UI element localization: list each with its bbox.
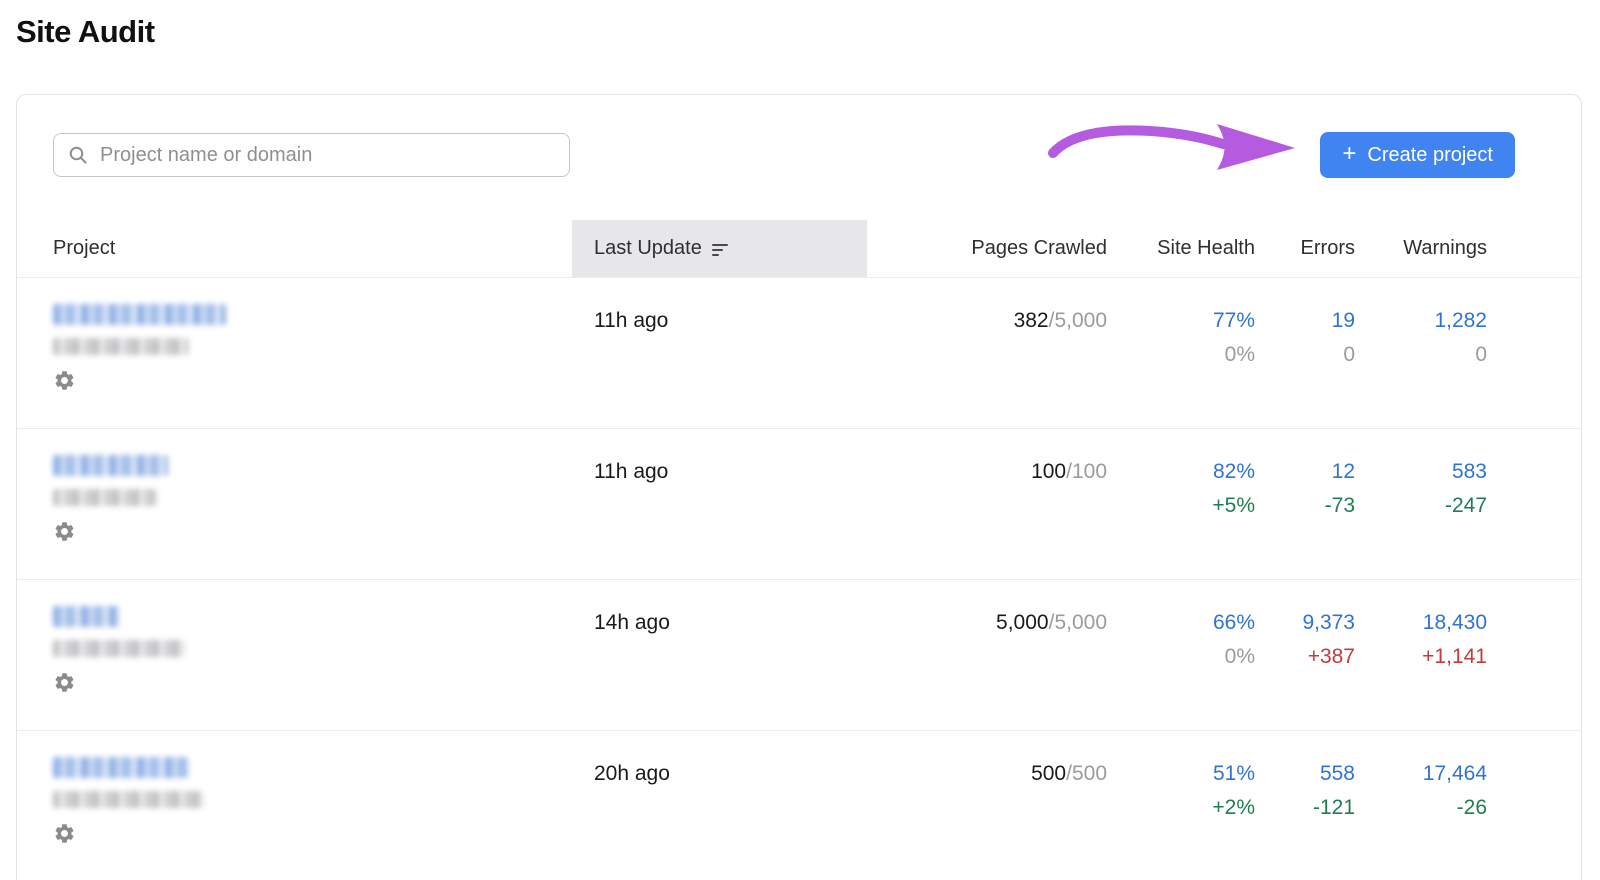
last-update-cell: 20h ago bbox=[594, 762, 670, 785]
pages-crawled-cell: 500/500 bbox=[867, 731, 1107, 880]
project-domain-redacted bbox=[53, 791, 204, 808]
create-project-label: Create project bbox=[1367, 143, 1493, 166]
last-update-cell: 11h ago bbox=[594, 460, 669, 483]
pages-crawled-value: 500 bbox=[1031, 762, 1067, 785]
errors-cell: 19 0 bbox=[1255, 278, 1355, 428]
table-row: 11h ago 382/5,000 77% 0% 19 0 1,282 0 bbox=[17, 278, 1581, 429]
pages-crawled-limit: /500 bbox=[1066, 762, 1107, 785]
site-health-delta: +2% bbox=[1212, 796, 1255, 819]
errors-value[interactable]: 19 bbox=[1255, 309, 1355, 333]
search-icon bbox=[69, 146, 87, 164]
errors-cell: 12 -73 bbox=[1255, 429, 1355, 579]
project-cell bbox=[53, 278, 572, 428]
create-project-button[interactable]: + Create project bbox=[1320, 132, 1515, 178]
errors-value[interactable]: 558 bbox=[1255, 762, 1355, 786]
warnings-delta: -247 bbox=[1444, 494, 1487, 517]
warnings-value[interactable]: 18,430 bbox=[1355, 611, 1487, 635]
warnings-cell: 18,430 +1,141 bbox=[1355, 580, 1487, 730]
warnings-delta: +1,141 bbox=[1422, 645, 1487, 668]
pages-crawled-value: 100 bbox=[1031, 460, 1067, 483]
sort-icon bbox=[711, 243, 728, 256]
site-health-cell: 77% 0% bbox=[1107, 278, 1255, 428]
pages-crawled-cell: 5,000/5,000 bbox=[867, 580, 1107, 730]
table-row: 11h ago 100/100 82% +5% 12 -73 583 -247 bbox=[17, 429, 1581, 580]
site-health-value[interactable]: 51% bbox=[1107, 762, 1255, 786]
table-row: 20h ago 500/500 51% +2% 558 -121 17,464 … bbox=[17, 731, 1581, 880]
errors-value[interactable]: 9,373 bbox=[1255, 611, 1355, 635]
site-health-value[interactable]: 82% bbox=[1107, 460, 1255, 484]
warnings-delta: -26 bbox=[1456, 796, 1487, 819]
errors-delta: -121 bbox=[1312, 796, 1355, 819]
project-cell bbox=[53, 580, 572, 730]
errors-delta: -73 bbox=[1324, 494, 1355, 517]
pages-crawled-value: 382 bbox=[1013, 309, 1049, 332]
errors-delta: 0 bbox=[1343, 343, 1355, 366]
pages-crawled-cell: 382/5,000 bbox=[867, 278, 1107, 428]
column-header-last-update[interactable]: Last Update bbox=[572, 220, 867, 277]
page-title: Site Audit bbox=[16, 14, 155, 49]
project-name-redacted[interactable] bbox=[53, 606, 119, 627]
site-health-value[interactable]: 66% bbox=[1107, 611, 1255, 635]
site-health-delta: 0% bbox=[1224, 645, 1255, 668]
project-domain-redacted bbox=[53, 489, 156, 506]
project-cell bbox=[53, 429, 572, 579]
errors-delta: +387 bbox=[1307, 645, 1355, 668]
project-domain-redacted bbox=[53, 338, 189, 355]
table-header: Project Last Update Pages Crawled Site H… bbox=[17, 220, 1581, 278]
site-health-value[interactable]: 77% bbox=[1107, 309, 1255, 333]
pages-crawled-cell: 100/100 bbox=[867, 429, 1107, 579]
column-header-project[interactable]: Project bbox=[53, 220, 572, 277]
search-box[interactable] bbox=[53, 133, 570, 177]
warnings-cell: 583 -247 bbox=[1355, 429, 1487, 579]
pages-crawled-value: 5,000 bbox=[996, 611, 1049, 634]
project-name-redacted[interactable] bbox=[53, 757, 189, 778]
warnings-value[interactable]: 1,282 bbox=[1355, 309, 1487, 333]
search-input[interactable] bbox=[100, 143, 555, 167]
pages-crawled-limit: /100 bbox=[1066, 460, 1107, 483]
warnings-value[interactable]: 17,464 bbox=[1355, 762, 1487, 786]
pages-crawled-limit: /5,000 bbox=[1048, 611, 1107, 634]
column-header-pages-crawled[interactable]: Pages Crawled bbox=[867, 220, 1107, 277]
site-health-delta: 0% bbox=[1224, 343, 1255, 366]
warnings-value[interactable]: 583 bbox=[1355, 460, 1487, 484]
annotation-arrow-icon bbox=[1048, 124, 1295, 170]
toolbar: + Create project bbox=[17, 95, 1581, 220]
project-name-redacted[interactable] bbox=[53, 304, 226, 325]
errors-cell: 9,373 +387 bbox=[1255, 580, 1355, 730]
site-health-cell: 51% +2% bbox=[1107, 731, 1255, 880]
last-update-cell: 14h ago bbox=[594, 611, 670, 634]
project-domain-redacted bbox=[53, 640, 185, 657]
last-update-label: Last Update bbox=[594, 237, 702, 259]
errors-cell: 558 -121 bbox=[1255, 731, 1355, 880]
site-health-cell: 82% +5% bbox=[1107, 429, 1255, 579]
site-health-cell: 66% 0% bbox=[1107, 580, 1255, 730]
column-header-warnings[interactable]: Warnings bbox=[1355, 220, 1487, 277]
project-name-redacted[interactable] bbox=[53, 455, 168, 476]
site-health-delta: +5% bbox=[1212, 494, 1255, 517]
table-row: 14h ago 5,000/5,000 66% 0% 9,373 +387 18… bbox=[17, 580, 1581, 731]
errors-value[interactable]: 12 bbox=[1255, 460, 1355, 484]
warnings-cell: 1,282 0 bbox=[1355, 278, 1487, 428]
last-update-cell: 11h ago bbox=[594, 309, 669, 332]
warnings-cell: 17,464 -26 bbox=[1355, 731, 1487, 880]
settings-gear-icon[interactable] bbox=[53, 822, 76, 845]
settings-gear-icon[interactable] bbox=[53, 520, 76, 543]
project-cell bbox=[53, 731, 572, 880]
pages-crawled-limit: /5,000 bbox=[1048, 309, 1107, 332]
settings-gear-icon[interactable] bbox=[53, 369, 76, 392]
column-header-errors[interactable]: Errors bbox=[1255, 220, 1355, 277]
settings-gear-icon[interactable] bbox=[53, 671, 76, 694]
warnings-delta: 0 bbox=[1475, 343, 1487, 366]
plus-icon: + bbox=[1342, 140, 1357, 167]
site-audit-panel: + Create project Project Last Update Pag… bbox=[16, 94, 1582, 880]
table-body: 11h ago 382/5,000 77% 0% 19 0 1,282 0 11… bbox=[17, 278, 1581, 880]
column-header-site-health[interactable]: Site Health bbox=[1107, 220, 1255, 277]
